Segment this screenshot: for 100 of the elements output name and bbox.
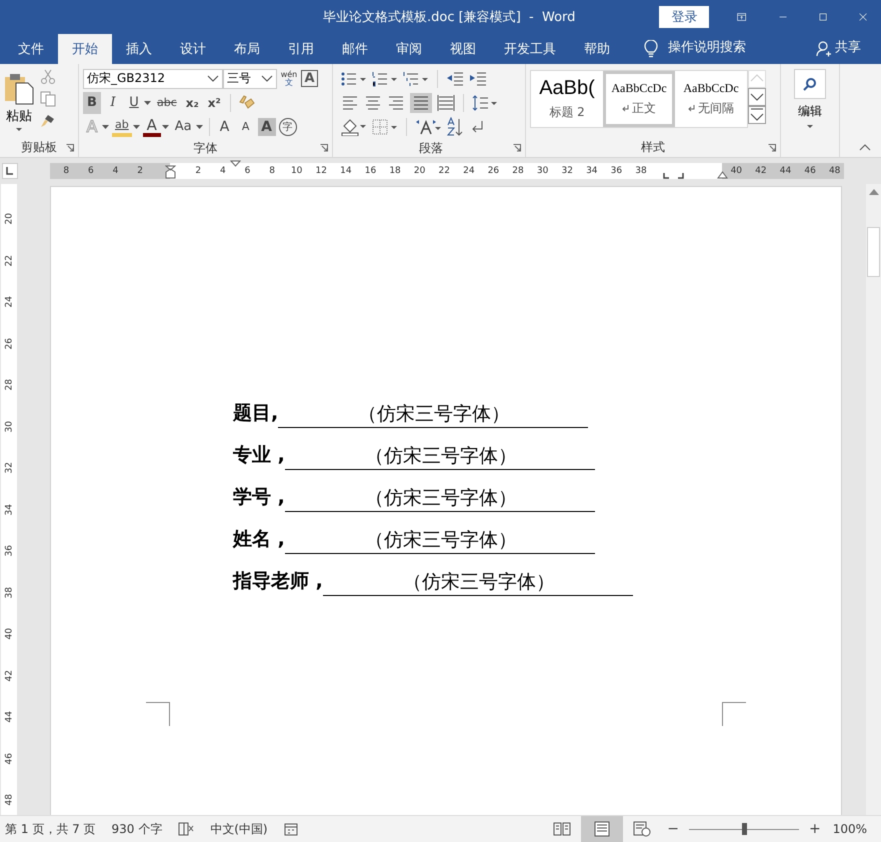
ribbon-tab[interactable]: 设计 [166,34,220,64]
zoom-in-button[interactable]: + [808,821,821,837]
character-border-button[interactable]: A [301,70,318,87]
scroll-thumb[interactable] [867,227,880,277]
macro-icon[interactable] [284,822,298,836]
ribbon-tab[interactable]: 帮助 [570,34,624,64]
format-button[interactable]: U [125,92,143,114]
lightbulb-icon[interactable] [644,40,658,58]
person-icon[interactable] [816,41,831,57]
font-name-field[interactable]: 仿宋_GB2312 [83,68,223,88]
phonetic-guide-button[interactable]: wén 文 [280,70,298,86]
web-layout-icon[interactable] [633,821,652,837]
word-count[interactable]: 930 个字 [112,820,162,838]
clear-formatting-icon[interactable] [236,94,255,112]
font-size-field[interactable]: 三号 [223,68,277,88]
zoom-out-button[interactable]: − [667,821,679,837]
more-styles-icon[interactable] [748,106,766,124]
ribbon-tab[interactable]: 邮件 [328,34,382,64]
vertical-scrollbar[interactable] [866,184,881,815]
scroll-down-icon[interactable] [748,88,766,106]
format-button[interactable]: B [83,92,101,114]
crop-mark-icon [146,702,170,726]
enclose-characters-button[interactable]: 字 [278,118,297,136]
ruler-number: 2 [194,166,202,176]
ruler-number: 34 [585,166,599,176]
dropdown-caret-icon[interactable] [102,124,109,128]
group-label: 剪贴板 [21,138,57,156]
language-indicator[interactable]: 中文(中国) [210,820,268,838]
ribbon-tab[interactable]: 开发工具 [490,34,570,64]
asian-layout-icon[interactable] [415,118,441,136]
ribbon-tab[interactable]: 引用 [274,34,328,64]
copy-icon[interactable] [40,91,56,107]
indent-marker-icon[interactable] [165,165,176,179]
dialog-launcher-icon[interactable] [513,144,521,152]
align-right-icon[interactable] [387,94,405,110]
read-mode-icon[interactable] [553,821,572,837]
ribbon-tab[interactable]: 布局 [220,34,274,64]
page-count[interactable]: 第 1 页，共 7 页 [5,820,96,838]
increase-indent-icon[interactable] [469,70,487,86]
ribbon-tab[interactable]: 开始 [58,34,112,64]
character-shading-button[interactable]: A [258,118,276,136]
ruler-number: 28 [3,378,15,392]
tab-stop-icon[interactable] [663,173,687,179]
caret-icon [207,74,219,82]
ribbon-tab[interactable]: 审阅 [382,34,436,64]
change-case-button[interactable]: Aa [172,116,195,138]
line-spacing-icon[interactable] [472,94,498,110]
ruler-number: 46 [3,752,15,766]
first-line-indent-icon[interactable] [230,160,241,167]
ribbon-display-icon[interactable] [737,10,747,24]
shading-icon[interactable] [341,118,367,136]
cut-icon[interactable] [40,69,56,85]
font-color-button[interactable]: A [142,116,161,136]
share-button[interactable]: 共享 [835,38,861,56]
ribbon-tab[interactable]: 文件 [4,34,58,64]
proofing-icon[interactable] [178,822,194,836]
fill-in-line: （仿宋三号字体） [284,527,595,554]
style-option[interactable]: AaBbCcDc 无间隔 [675,71,747,127]
sort-icon[interactable] [446,116,464,136]
style-option[interactable]: AaBbCcDc 正文 [603,71,675,127]
borders-icon[interactable] [372,118,398,134]
fill-in-line: （仿宋三号字体） [284,443,595,470]
sign-in-button[interactable]: 登录 [659,6,710,28]
scroll-up-icon[interactable] [868,188,878,195]
dialog-launcher-icon[interactable] [768,144,776,152]
decrease-indent-icon[interactable] [446,70,464,86]
print-layout-button[interactable] [581,816,624,842]
align-left-icon[interactable] [341,94,359,110]
crop-mark-icon [722,702,746,726]
dropdown-caret-icon[interactable] [144,100,151,104]
format-button[interactable]: x₂ [182,92,202,114]
zoom-level[interactable]: 100% [832,822,867,836]
dialog-launcher-icon[interactable] [320,144,328,152]
dropdown-caret-icon[interactable] [196,124,203,128]
align-center-icon[interactable] [364,94,382,110]
bullets-icon[interactable] [341,70,367,86]
format-button[interactable]: x² [204,92,224,114]
multilevel-list-icon[interactable] [403,70,429,86]
dialog-launcher-icon[interactable] [66,144,74,152]
format-button[interactable]: abc [154,92,180,114]
ruler-number: 46 [803,166,817,176]
collapse-ribbon-icon[interactable] [859,144,871,151]
justify-icon[interactable] [410,92,432,112]
grow-font-button[interactable]: A [216,116,234,138]
distributed-icon[interactable] [437,94,455,110]
highlight-button[interactable]: ab [112,116,132,136]
right-indent-icon[interactable] [717,171,728,179]
tell-me-search[interactable]: 操作说明搜索 [668,38,746,56]
style-option[interactable]: AaBb( 标题 2 [531,71,603,127]
dropdown-caret-icon[interactable] [132,124,140,128]
format-painter-icon[interactable] [40,113,56,129]
paste-button[interactable]: 粘贴 [4,67,34,137]
ribbon-tab[interactable]: 视图 [436,34,490,64]
format-button[interactable]: I [104,92,122,114]
ruler-number: 44 [778,166,792,176]
numbering-icon[interactable] [372,70,398,86]
tab-selector-icon[interactable] [2,163,18,179]
ribbon-tab[interactable]: 插入 [112,34,166,64]
dropdown-caret-icon[interactable] [162,124,169,128]
shrink-font-button[interactable]: A [236,116,255,138]
